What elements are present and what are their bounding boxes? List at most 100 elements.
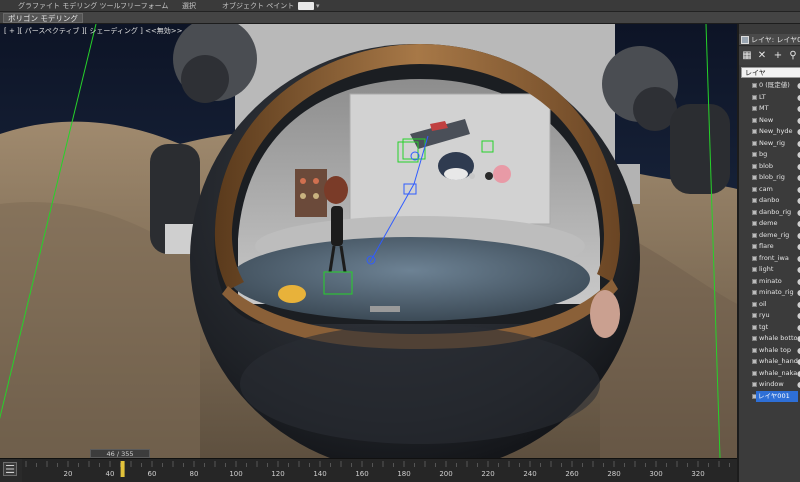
layer-row[interactable]: blob_rig◐ [739,172,800,184]
timeline-tick-label: 160 [355,470,368,478]
time-slider-handle[interactable] [120,461,125,477]
layer-panel-title: レイヤ: レイヤ001 [751,36,800,44]
ribbon-options-button[interactable] [298,2,314,10]
layer-row[interactable]: whale top◐ [739,345,800,357]
layer-row[interactable]: cam◐ [739,184,800,196]
polygon-modeling-tab[interactable]: ポリゴン モデリング [3,13,83,23]
layer-icon [752,267,757,272]
layer-row[interactable]: MT◐ [739,103,800,115]
layer-icon [752,186,757,192]
layer-icon [752,221,757,226]
layer-name: MT [759,104,769,112]
layer-row[interactable]: ryu◐ [739,310,800,322]
layer-name: レイヤ001 [756,390,798,402]
layer-name: oil [759,299,767,308]
layer-row[interactable]: 0 (既定値)◐ [739,80,800,92]
timeline-tick-label: 60 [148,470,157,478]
timeline-tick-label: 180 [397,470,410,478]
layer-row[interactable]: whale bottom◐ [739,333,800,345]
layer-icon [752,244,757,249]
layer-name: whale bottom [759,334,800,342]
timeline[interactable]: ☰ 46 / 355 20 40 60 80 100 120 140 160 180 200 220… [0,449,737,482]
layer-row[interactable]: danbo_rig◐ [739,207,800,219]
ribbon: グラファイト モデリング ツール フリーフォーム 選択 オブジェクト ペイント … [0,0,800,12]
tab-graphite-modeling-tools[interactable]: グラファイト モデリング ツール [18,1,120,11]
layer-row[interactable]: bg◐ [739,149,800,161]
timeline-tick-label: 120 [271,470,284,478]
layer-icon [752,313,757,318]
find-layer-icon[interactable]: ⚲ [787,50,799,62]
layer-row[interactable]: oil◐ [739,299,800,311]
tab-freeform[interactable]: フリーフォーム [120,1,168,11]
timeline-track[interactable]: 20 40 60 80 100 120 140 160 180 200 220 240 260 280 30… [22,459,737,482]
layer-toolbar: ▦ ✕ + ⚲ [739,47,800,65]
layer-panel-titlebar[interactable]: レイヤ: レイヤ001 [739,34,800,46]
layer-manager-icon[interactable]: ▦ [741,50,753,62]
perspective-viewport[interactable]: [ + ][ パースペクティブ ][ シェーディング ] <<無効>> [0,24,737,458]
tab-object-paint[interactable]: オブジェクト ペイント [222,1,294,11]
layer-row[interactable]: window◐ [739,379,800,391]
layer-row[interactable]: レイヤ001 [739,390,800,402]
viewport-label[interactable]: [ + ][ パースペクティブ ][ シェーディング ] <<無効>> [4,26,183,36]
layer-row[interactable]: flare◐ [739,241,800,253]
layer-icon [752,94,757,100]
interior-floor [230,237,590,321]
chevron-down-icon[interactable]: ▾ [316,1,320,11]
layer-row[interactable]: whale_hand◐ [739,356,800,368]
layer-icon [752,106,757,111]
layer-icon [752,278,757,284]
layer-icon [752,370,757,376]
layer-name: whale top [759,345,791,354]
layer-list: 0 (既定値)◐LT◐MT◐New◐New_hyde◐New_rig◐bg◐bl… [739,80,800,402]
timeline-tick-label: 260 [565,470,578,478]
timeline-config-icon[interactable]: ☰ [3,462,17,476]
layer-row[interactable]: whale_naka◐ [739,368,800,380]
timeline-tick-label: 40 [106,470,115,478]
layer-row[interactable]: New_hyde◐ [739,126,800,138]
layer-icon [752,336,757,341]
timeline-tick-label: 80 [190,470,199,478]
delete-layer-icon[interactable]: ✕ [756,50,768,62]
layer-row[interactable]: tgt◐ [739,322,800,334]
layer-icon [752,129,757,134]
layer-row[interactable]: minato◐ [739,276,800,288]
layer-row[interactable]: LT◐ [739,92,800,104]
capsule-side-bulge [590,290,620,338]
timeline-tick-label: 20 [64,470,73,478]
frame-counter[interactable]: 46 / 355 [90,449,150,458]
layer-name: New_hyde [759,127,793,135]
layer-name: whale_naka [759,368,798,377]
layer-icon [752,301,757,307]
layer-name: danbo [759,196,780,204]
layer-row[interactable]: minato_rig◐ [739,287,800,299]
timeline-tick-label: 280 [607,470,620,478]
layer-icon [752,117,757,123]
layer-row[interactable]: deme◐ [739,218,800,230]
layer-row[interactable]: deme_rig◐ [739,230,800,242]
layer-name: LT [759,92,766,101]
layer-icon [752,152,757,157]
layer-name: front_iwa [759,253,789,262]
layer-name: blob_rig [759,173,785,181]
duck-toy [278,285,306,303]
layer-icon [752,83,757,88]
viewport-scene [0,24,737,458]
layer-row[interactable]: New◐ [739,115,800,127]
layer-list-header[interactable]: レイヤ [741,67,800,78]
layer-name: New [759,115,774,124]
pink-creature [493,165,511,183]
layer-icon [752,359,757,364]
add-layer-icon[interactable]: + [772,50,784,62]
timeline-tick-label: 100 [229,470,242,478]
layer-icon [752,209,757,215]
layer-row[interactable]: danbo◐ [739,195,800,207]
layer-row[interactable]: New_rig◐ [739,138,800,150]
layer-row[interactable]: blob◐ [739,161,800,173]
layer-name: deme [759,219,778,227]
layer-row[interactable]: light◐ [739,264,800,276]
timeline-tick-label: 240 [523,470,536,478]
layer-row[interactable]: front_iwa◐ [739,253,800,265]
tab-selection[interactable]: 選択 [182,1,196,11]
layer-name: cam [759,184,773,193]
timeline-tick-label: 300 [649,470,662,478]
